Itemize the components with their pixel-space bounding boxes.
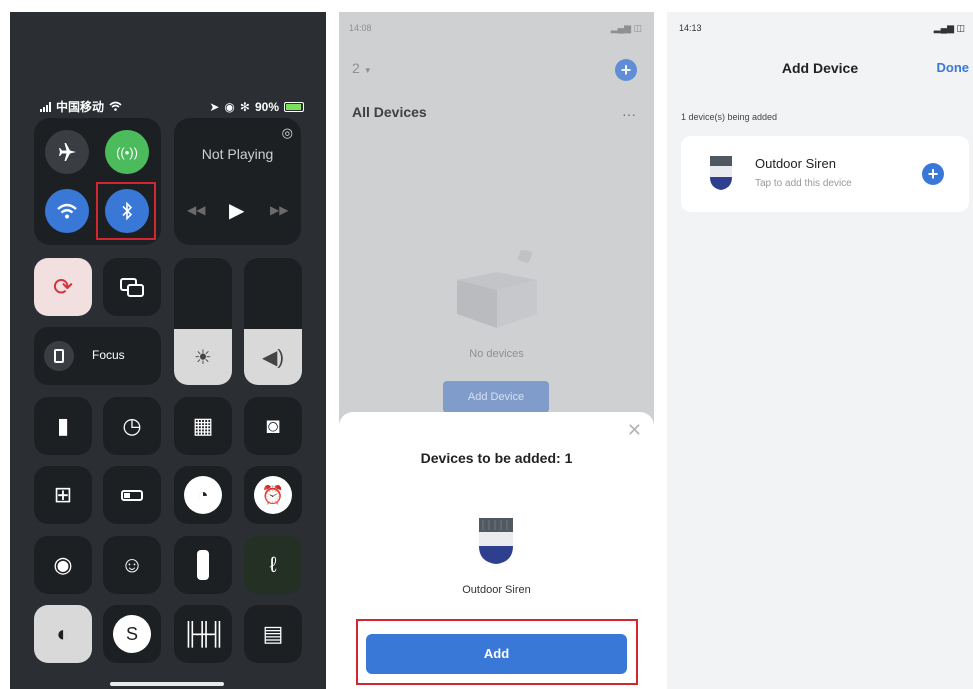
status-time: 14:08 [349,23,372,33]
calculator-button[interactable]: ▦ [174,397,232,455]
empty-box-illustration [449,248,545,330]
wifi-icon [109,100,122,114]
now-playing-label: Not Playing [201,146,274,162]
bluetooth-status-icon: ✻ [239,99,250,114]
location-icon: ➤ [209,99,220,114]
signal-icon [40,101,51,112]
screen-mirroring-button[interactable] [103,258,161,316]
cellular-data-toggle[interactable]: ((•)) [105,130,149,174]
all-devices-title: All Devices [352,104,427,120]
add-device-button[interactable]: Add Device [443,381,549,413]
status-bar: 中国移动 ➤ ◉ ✻ 90% [40,98,304,115]
add-button-highlight-box [356,619,638,685]
stopwatch-icon: ◔ [184,476,222,514]
more-button[interactable]: ··· [622,106,636,122]
home-indicator [110,682,224,686]
airplane-mode-toggle[interactable] [45,130,89,174]
focus-button[interactable]: Focus [34,327,161,385]
remote-icon [197,550,209,580]
accessibility-icon: ☺ [120,552,144,577]
subtitle: 1 device(s) being added [681,112,778,122]
quick-note-button[interactable]: ▤ [244,605,302,663]
note-add-icon: ▤ [262,621,284,646]
carrier-label: 中国移动 [56,100,105,114]
battery-percent: 90% [254,99,279,114]
device-name: Outdoor Siren [755,156,836,171]
sheet-heading: Devices to be added: 1 [420,450,573,466]
record-icon: ◉ [53,552,73,577]
qr-code-icon: ⊞ [53,482,73,507]
outdoor-siren-icon [475,518,517,569]
flashlight-button[interactable]: ▮ [34,397,92,455]
timer-icon: ◷ [122,413,142,438]
page-title: Add Device [781,60,859,76]
add-device-plus-button[interactable]: + [615,59,637,81]
device-list-screen: 14:08 ▂▄▆ ◫ 2 ▼ + All Devices ··· No dev… [339,12,654,689]
shazam-icon: S [113,615,151,653]
apple-tv-remote-button[interactable] [174,536,232,594]
add-device-plus-button[interactable]: + [922,163,944,185]
low-power-mode-button[interactable] [103,466,161,524]
alarm-clock-icon: ⏰ [254,476,292,514]
flashlight-icon: ▮ [56,413,70,438]
focus-label: Focus [92,348,125,362]
home-selector-label: 2 [352,60,360,76]
calculator-icon: ▦ [192,413,214,438]
ear-icon: ℓ [269,552,277,577]
device-card[interactable]: Outdoor Siren Tap to add this device + [681,136,969,212]
home-selector[interactable]: 2 ▼ [352,60,372,76]
camera-button[interactable]: ◙ [244,397,302,455]
id-badge-icon [54,349,64,363]
waveform-icon: ╟╫╢ [182,621,226,646]
device-name: Outdoor Siren [462,584,531,596]
screen-recording-button[interactable]: ◉ [34,536,92,594]
airplay-icon[interactable]: ◎ [282,125,293,141]
next-track-icon[interactable]: ▶▶ [270,203,288,217]
code-scanner-button[interactable]: ⊞ [34,466,92,524]
bluetooth-highlight-box [96,182,156,240]
dark-mode-icon: ◐ [56,621,70,646]
play-icon[interactable]: ▶ [229,198,244,223]
hearing-button[interactable]: ℓ [244,536,302,594]
stopwatch-button[interactable]: ◔ [174,466,232,524]
status-time: 14:13 [679,23,702,33]
done-button[interactable]: Done [937,60,970,75]
timer-button[interactable]: ◷ [103,397,161,455]
volume-slider[interactable]: ◀) [244,258,302,385]
empty-state-text: No devices [469,348,524,360]
status-icons: ▂▄▆ ◫ [933,23,965,33]
screen-mirroring-icon [120,278,144,297]
outdoor-siren-icon [708,156,734,195]
status-bar: 14:08 ▂▄▆ ◫ [349,23,642,34]
control-center-screen: 中国移动 ➤ ◉ ✻ 90% ((•)) ◎ Not Playing ◀◀ ▶ … [10,12,326,689]
previous-track-icon[interactable]: ◀◀ [187,203,205,217]
now-playing-tile[interactable]: ◎ Not Playing ◀◀ ▶ ▶▶ [174,118,301,245]
brightness-icon: ☀ [194,346,212,369]
antenna-icon: ((•)) [116,144,138,160]
add-device-screen: 14:13 ▂▄▆ ◫ Add Device Done 1 device(s) … [667,12,973,689]
close-icon[interactable]: ✕ [627,420,642,441]
add-devices-sheet: ✕ Devices to be added: 1 Outdoor Siren A… [339,412,654,689]
dark-mode-button[interactable]: ◐ [34,605,92,663]
wifi-icon [57,203,77,219]
shazam-button[interactable]: S [103,605,161,663]
battery-low-icon [121,489,143,501]
battery-icon [284,101,304,112]
brightness-slider[interactable]: ☀ [174,258,232,385]
alarm-button[interactable]: ⏰ [244,466,302,524]
accessibility-button[interactable]: ☺ [103,536,161,594]
rotation-lock-button[interactable]: ⟳ [34,258,92,316]
camera-icon: ◙ [266,413,280,438]
airplane-icon [59,143,76,161]
voice-memos-button[interactable]: ╟╫╢ [174,605,232,663]
dropdown-icon: ▼ [363,66,372,75]
status-bar: 14:13 ▂▄▆ ◫ [679,23,965,34]
status-icons: ▂▄▆ ◫ [610,23,642,33]
device-hint: Tap to add this device [755,178,852,189]
rotation-lock-icon: ⟳ [52,273,74,301]
speaker-icon: ◀) [261,346,285,369]
alarm-icon: ◉ [224,99,235,114]
wifi-toggle[interactable] [45,189,89,233]
focus-icon-bg [44,341,74,371]
